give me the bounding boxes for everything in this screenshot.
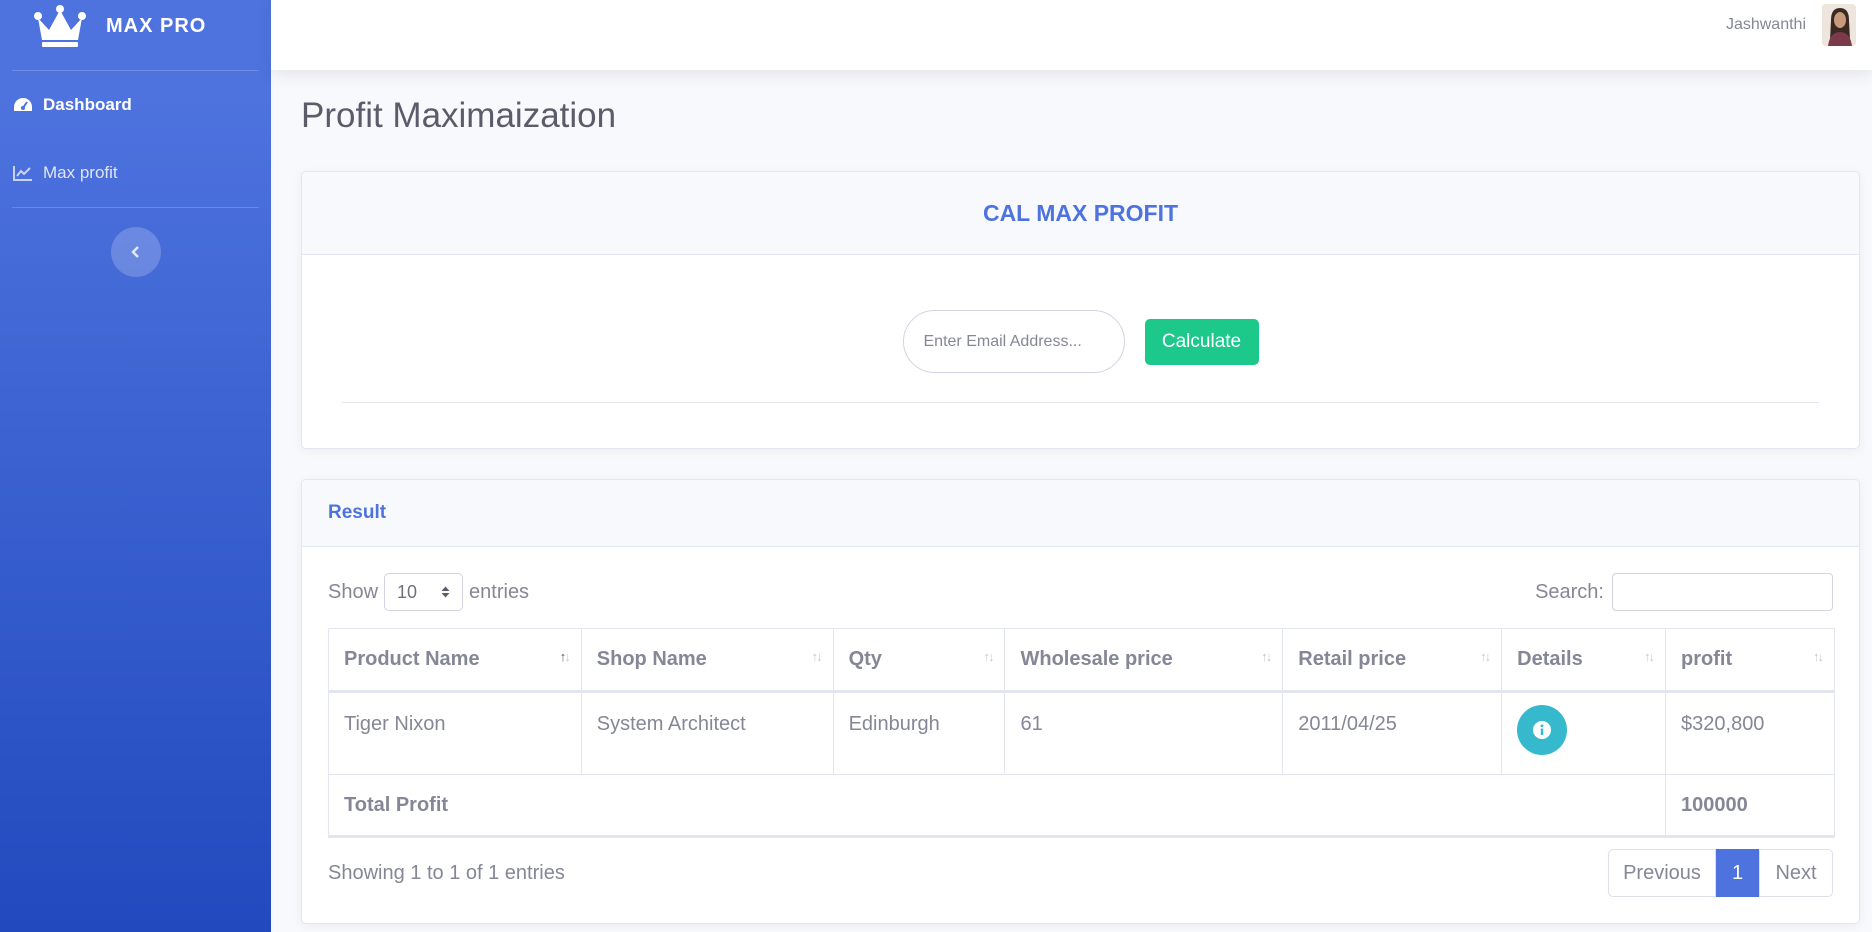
card-title: Result bbox=[328, 502, 387, 523]
sidebar-item-label: Dashboard bbox=[43, 95, 132, 114]
calculate-button[interactable]: Calculate bbox=[1144, 318, 1259, 365]
column-header-qty[interactable]: Qty ↑↓ bbox=[832, 628, 1006, 693]
previous-page-button[interactable]: Previous bbox=[1608, 849, 1716, 897]
cell-qty: Edinburgh bbox=[832, 691, 1006, 775]
page-length-value: 10 bbox=[397, 581, 418, 602]
column-header-shop-name[interactable]: Shop Name ↑↓ bbox=[580, 628, 834, 693]
calc-max-profit-card: CAL MAX PROFIT Calculate bbox=[301, 171, 1860, 449]
table-header-row: Product Name ↑↓ Shop Name ↑↓ Qty ↑↓ Wholesa… bbox=[328, 628, 1835, 693]
column-header-product-name[interactable]: Product Name ↑↓ bbox=[328, 628, 582, 693]
total-row: Total Profit 100000 bbox=[327, 774, 1835, 838]
table-footer: Showing 1 to 1 of 1 entries Previous 1 N… bbox=[328, 849, 1833, 897]
sidebar-item-max-profit[interactable]: Max profit bbox=[0, 139, 271, 207]
sidebar-toggle-button[interactable] bbox=[110, 227, 161, 277]
cell-profit: $320,800 bbox=[1665, 691, 1835, 775]
result-card: Result Show 10 entries Search: Product N… bbox=[301, 479, 1860, 924]
sort-icon: ↑↓ bbox=[1644, 649, 1655, 664]
next-page-button[interactable]: Next bbox=[1759, 849, 1833, 897]
column-header-wholesale-price[interactable]: Wholesale price ↑↓ bbox=[1004, 628, 1284, 693]
sidebar: MAX PRO Dashboard Max profit bbox=[0, 0, 271, 932]
cell-product-name: Tiger Nixon bbox=[328, 691, 582, 775]
table-search: Search: bbox=[1535, 573, 1833, 611]
page-title: Profit Maximaization bbox=[301, 96, 617, 135]
cell-retail-price: 2011/04/25 bbox=[1282, 691, 1503, 775]
page-length-select[interactable]: 10 bbox=[384, 573, 464, 611]
table-row: Tiger Nixon System Architect Edinburgh 6… bbox=[328, 691, 1835, 775]
table-controls: Show 10 entries Search: bbox=[328, 572, 1833, 612]
search-label: Search: bbox=[1535, 580, 1604, 603]
column-header-details[interactable]: Details ↑↓ bbox=[1501, 628, 1667, 693]
sort-icon: ↑↓ bbox=[1480, 649, 1491, 664]
cell-wholesale-price: 61 bbox=[1004, 691, 1284, 775]
cell-shop-name: System Architect bbox=[580, 691, 834, 775]
chart-line-icon bbox=[12, 164, 34, 182]
sidebar-item-label: Max profit bbox=[43, 163, 118, 182]
table-info: Showing 1 to 1 of 1 entries bbox=[328, 861, 565, 884]
sort-icon: ↑↓ bbox=[811, 649, 823, 664]
details-button[interactable] bbox=[1517, 705, 1568, 755]
sort-icon: ↑↓ bbox=[983, 649, 994, 664]
divider bbox=[342, 402, 1819, 403]
chevron-left-icon bbox=[130, 246, 139, 258]
total-value: 100000 bbox=[1665, 774, 1835, 838]
user-name: Jashwanthi bbox=[1725, 16, 1806, 33]
brand[interactable]: MAX PRO bbox=[0, 0, 271, 70]
search-input[interactable] bbox=[1612, 573, 1833, 611]
card-header: CAL MAX PROFIT bbox=[302, 172, 1859, 255]
show-label: Show bbox=[328, 580, 379, 603]
tachometer-icon bbox=[12, 96, 34, 114]
total-label: Total Profit bbox=[327, 774, 1667, 838]
brand-name: MAX PRO bbox=[106, 14, 207, 37]
crown-icon bbox=[34, 5, 86, 47]
avatar[interactable] bbox=[1822, 4, 1856, 46]
email-input[interactable] bbox=[902, 310, 1125, 373]
page-1-button[interactable]: 1 bbox=[1716, 849, 1759, 897]
entries-label: entries bbox=[469, 580, 530, 603]
sort-icon: ↑↓ bbox=[1813, 649, 1824, 664]
pagination: Previous 1 Next bbox=[1608, 849, 1833, 897]
column-header-retail-price[interactable]: Retail price ↑↓ bbox=[1282, 628, 1503, 693]
sort-updown-icon bbox=[441, 586, 450, 598]
page-length-control: Show 10 entries bbox=[328, 573, 529, 611]
cell-details bbox=[1501, 691, 1667, 775]
sort-icon: ↑↓ bbox=[1261, 649, 1272, 664]
card-header: Result bbox=[302, 480, 1859, 547]
sidebar-divider bbox=[12, 207, 259, 208]
card-title: CAL MAX PROFIT bbox=[982, 199, 1179, 226]
sidebar-item-dashboard[interactable]: Dashboard bbox=[0, 71, 271, 139]
result-table: Product Name ↑↓ Shop Name ↑↓ Qty ↑↓ Wholesa… bbox=[327, 628, 1835, 838]
column-header-profit[interactable]: profit ↑↓ bbox=[1665, 628, 1835, 693]
calc-form: Calculate bbox=[302, 310, 1859, 373]
sort-asc-icon: ↑↓ bbox=[559, 649, 571, 664]
topbar: Jashwanthi bbox=[271, 0, 1872, 70]
info-circle-icon bbox=[1533, 721, 1552, 739]
user-menu[interactable]: Jashwanthi bbox=[1726, 4, 1856, 46]
